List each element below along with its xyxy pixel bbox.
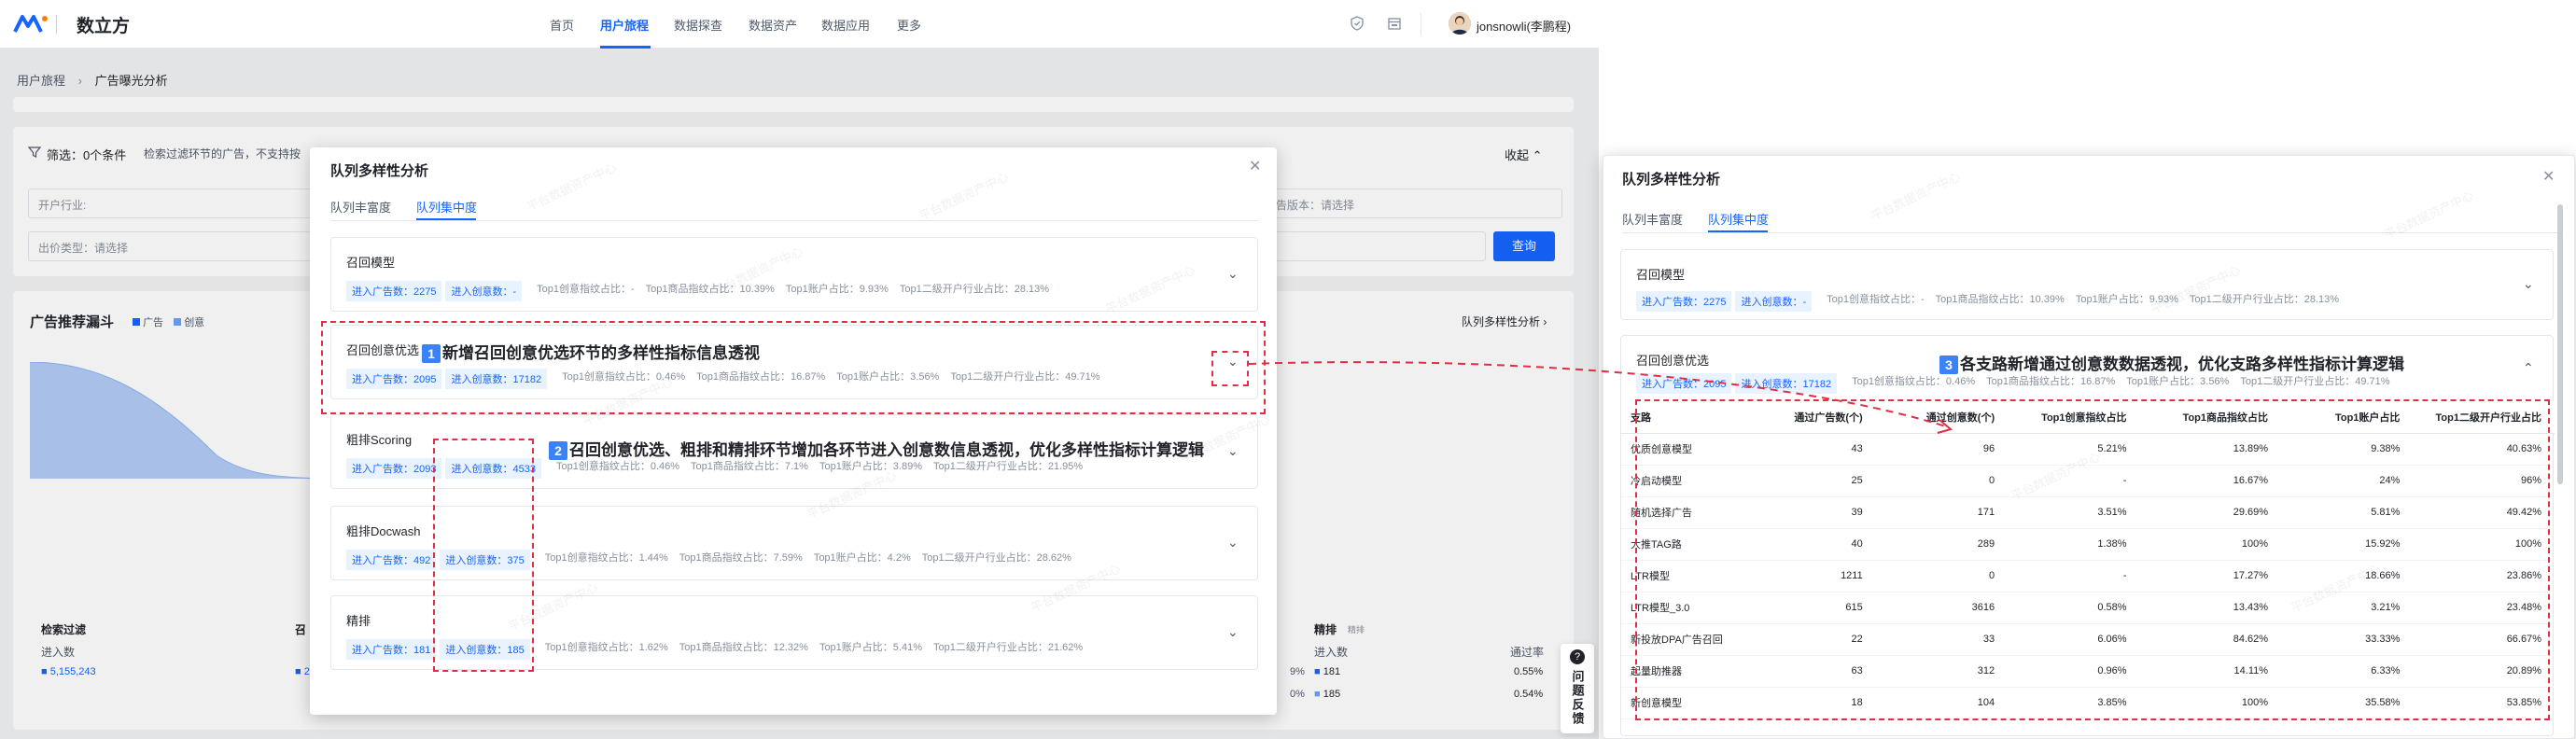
- highlight-box-creative-counts: [433, 439, 534, 672]
- avatar[interactable]: [1449, 12, 1471, 35]
- stage-chips: 进入广告数：2275 进入创意数：- Top1创意指纹占比：- Top1商品指纹占比：…: [346, 281, 1049, 301]
- calendar-icon[interactable]: [1387, 16, 1402, 31]
- nav-item-more[interactable]: 更多: [897, 16, 921, 34]
- question-icon: ?: [1570, 649, 1585, 664]
- metric-creative-top1: Top1创意指纹占比：-: [1827, 294, 1925, 305]
- metric-creative-top1: Top1创意指纹占比：0.46%: [555, 461, 680, 472]
- annotation-badge-2: 2: [549, 441, 567, 460]
- tab-richness[interactable]: 队列丰富度: [330, 198, 391, 216]
- metric-product-top1: Top1商品指纹占比：7.1%: [691, 461, 808, 472]
- stage-title: 精排: [346, 614, 371, 628]
- tab-divider-right: [1622, 232, 2559, 233]
- right-stage-recall-model[interactable]: 召回模型 进入广告数：2275 进入创意数：- Top1创意指纹占比：- Top…: [1620, 249, 2554, 320]
- shield-icon[interactable]: [1350, 16, 1365, 31]
- metric-industry-top1: Top1二级开户行业占比：21.62%: [932, 642, 1084, 653]
- metric-account-top1: Top1账户占比：9.93%: [785, 284, 889, 295]
- metric-product-top1: Top1商品指纹占比：10.39%: [1935, 294, 2065, 305]
- nav-item-user-journey[interactable]: 用户旅程: [600, 16, 649, 34]
- chevron-down-icon[interactable]: ⌄: [1227, 535, 1239, 551]
- nav-item-data-apps[interactable]: 数据应用: [821, 16, 870, 34]
- annotation-arrow: [1249, 361, 1953, 434]
- tab-concentration[interactable]: 队列集中度: [416, 198, 477, 216]
- tab-divider: [330, 220, 1258, 221]
- metric-product-top1: Top1商品指纹占比：10.39%: [645, 284, 775, 295]
- chip-creatives: 进入创意数：-: [1735, 291, 1813, 312]
- feedback-button[interactable]: ? 问题反馈: [1561, 644, 1594, 733]
- modal-title: 队列多样性分析: [330, 163, 429, 179]
- metric-creative-top1: Top1创意指纹占比：1.62%: [544, 642, 668, 653]
- nav-item-data-explore[interactable]: 数据探查: [674, 16, 722, 34]
- chip-ads: 进入广告数：2093: [346, 458, 442, 479]
- chevron-up-icon[interactable]: ⌃: [2523, 360, 2534, 376]
- stage-title: 召回模型: [346, 256, 396, 270]
- metric-product-top1: Top1商品指纹占比：7.59%: [679, 552, 803, 564]
- metric-account-top1: Top1账户占比：5.41%: [819, 642, 922, 653]
- top-navigation: 数立方 首页 用户旅程 数据探查 数据资产 数据应用 更多 jonsnowli(…: [0, 0, 1599, 49]
- feedback-label: 问题反馈: [1570, 670, 1585, 726]
- chevron-down-icon[interactable]: ⌄: [2523, 276, 2534, 292]
- chevron-down-icon[interactable]: ⌄: [1227, 266, 1239, 282]
- highlight-box-chevron: [1211, 351, 1249, 386]
- highlight-box-branch-table: [1635, 399, 2550, 720]
- highlight-box-stage: [321, 321, 1266, 414]
- close-icon-right[interactable]: ✕: [2542, 167, 2555, 186]
- chip-ads: 进入广告数：181: [346, 639, 437, 660]
- chip-ads: 进入广告数：2275: [1636, 291, 1732, 312]
- annotation-2: 2 召回创意优选、粗排和精排环节增加各环节进入创意数信息透视，优化多样性指标计算逻…: [549, 437, 1204, 460]
- chip-ads: 进入广告数：492: [346, 550, 437, 570]
- metric-account-top1: Top1账户占比：4.2%: [813, 552, 911, 564]
- right-stage-chips-1: 进入广告数：2275 进入创意数：- Top1创意指纹占比：- Top1商品指纹…: [1636, 291, 2339, 312]
- chevron-down-icon[interactable]: ⌄: [1227, 624, 1239, 640]
- metric-creative-top1: Top1创意指纹占比：-: [537, 284, 635, 295]
- close-icon[interactable]: ✕: [1249, 157, 1261, 175]
- logo-icon: [13, 15, 48, 33]
- nav-item-home[interactable]: 首页: [550, 16, 574, 34]
- metric-industry-top1: Top1二级开户行业占比：28.62%: [921, 552, 1071, 564]
- brand-divider: [56, 15, 57, 34]
- annotation-text-2: 召回创意优选、粗排和精排环节增加各环节进入创意数信息透视，优化多样性指标计算逻辑: [569, 441, 1204, 459]
- modal-title-right: 队列多样性分析: [1622, 172, 1721, 188]
- stage-title: 粗排Scoring: [346, 433, 413, 447]
- metric-creative-top1: Top1创意指纹占比：1.44%: [544, 552, 668, 564]
- metric-product-top1-2: Top1商品指纹占比：16.87%: [1986, 376, 2116, 387]
- metric-industry-top1: Top1二级开户行业占比：28.13%: [899, 284, 1050, 295]
- annotation-3: 3 各支路新增通过创意数数据透视，优化支路多样性指标计算逻辑: [1939, 351, 2404, 374]
- right-stage-title-1: 召回模型: [1636, 268, 1686, 282]
- metric-account-top1-2: Top1账户占比：3.56%: [2126, 376, 2230, 387]
- nav-item-data-assets[interactable]: 数据资产: [749, 16, 797, 34]
- scrollbar[interactable]: [2557, 204, 2563, 484]
- metric-industry-top1: Top1二级开户行业占比：21.95%: [933, 461, 1084, 472]
- metric-industry-top1: Top1二级开户行业占比：28.13%: [2189, 294, 2340, 305]
- metric-industry-top1-2: Top1二级开户行业占比：49.71%: [2240, 376, 2390, 387]
- metric-product-top1: Top1商品指纹占比：12.32%: [679, 642, 808, 653]
- tab-richness-right[interactable]: 队列丰富度: [1622, 210, 1683, 228]
- brand-name: 数立方: [77, 17, 131, 36]
- chip-creatives: 进入创意数：-: [445, 281, 523, 301]
- user-name[interactable]: jonsnowli(李鹏程): [1477, 17, 1571, 35]
- metric-account-top1: Top1账户占比：9.93%: [2075, 294, 2178, 305]
- chevron-down-icon[interactable]: ⌄: [1227, 443, 1239, 459]
- tab-concentration-right[interactable]: 队列集中度: [1708, 210, 1769, 228]
- metric-account-top1: Top1账户占比：3.89%: [819, 461, 922, 472]
- chip-ads: 进入广告数：2275: [346, 281, 442, 301]
- stage-card-recall-model[interactable]: 召回模型进入广告数：2275 进入创意数：- Top1创意指纹占比：- Top1商品指…: [330, 237, 1258, 312]
- stage-title: 粗排Docwash: [346, 524, 421, 538]
- annotation-text-3: 各支路新增通过创意数数据透视，优化支路多样性指标计算逻辑: [1960, 356, 2404, 373]
